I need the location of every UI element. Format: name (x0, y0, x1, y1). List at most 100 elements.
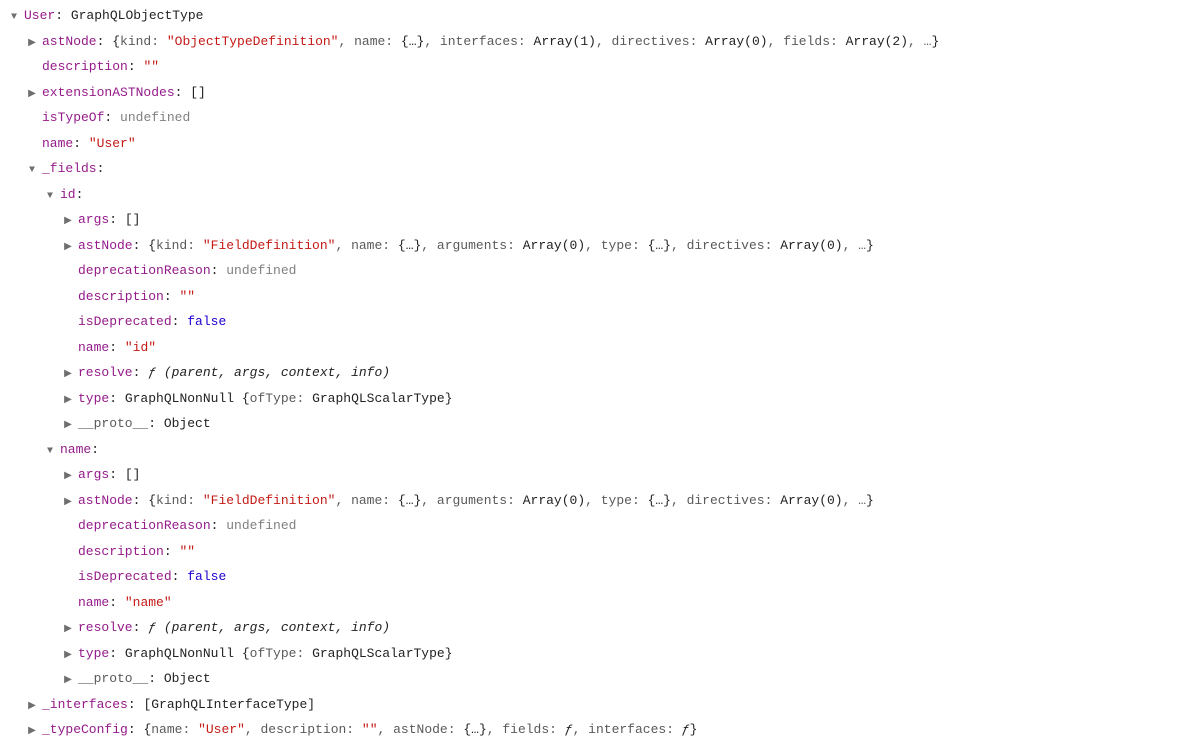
value-fragment: "" (362, 722, 378, 737)
disclosure-triangle-closed-icon[interactable]: ▶ (62, 414, 74, 438)
root-user: User (24, 8, 55, 23)
value-fragment: {…} (401, 34, 424, 49)
disclosure-triangle-closed-icon[interactable]: ▶ (62, 389, 74, 413)
value-fragment: , type: (585, 238, 647, 253)
tree-row-content: isDeprecated: false (78, 565, 226, 589)
tree-row[interactable]: ▶_typeConfig: {name: "User", description… (8, 718, 1191, 743)
value-fragment: GraphQLNonNull { (117, 391, 250, 406)
value-fragment (81, 136, 89, 151)
tree-row-content: __proto__: Object (78, 412, 211, 436)
tree-row[interactable]: ▶name: "id" (8, 336, 1191, 362)
value-fragment: [] (117, 467, 140, 482)
colon: : (97, 161, 105, 176)
id-proto: __proto__ (78, 416, 148, 431)
value-fragment: , name: (335, 238, 397, 253)
tree-row[interactable]: ▶isDeprecated: false (8, 310, 1191, 336)
value-fragment: , directives: (671, 493, 780, 508)
tree-row-content: isDeprecated: false (78, 310, 226, 334)
value-fragment: , directives: (671, 238, 780, 253)
disclosure-triangle-closed-icon[interactable]: ▶ (62, 363, 74, 387)
tree-row[interactable]: ▼id: (8, 183, 1191, 209)
colon: : (91, 442, 99, 457)
value-fragment: ofType: (250, 646, 312, 661)
tree-row[interactable]: ▶type: GraphQLNonNull {ofType: GraphQLSc… (8, 387, 1191, 413)
tree-row-content: _fields: (42, 157, 104, 181)
value-fragment: kind: (156, 238, 203, 253)
value-fragment: , astNode: (378, 722, 464, 737)
tree-row-content: description: "" (42, 55, 159, 79)
value-fragment: [] (117, 212, 140, 227)
tree-row[interactable]: ▶__proto__: Object (8, 667, 1191, 693)
tree-row[interactable]: ▼User: GraphQLObjectType (8, 4, 1191, 30)
value-fragment: Array(0) (705, 34, 767, 49)
disclosure-triangle-closed-icon[interactable]: ▶ (62, 669, 74, 693)
name-description: description (78, 544, 164, 559)
value-fragment: "" (179, 544, 195, 559)
name-resolve: resolve (78, 620, 133, 635)
value-fragment: , description: (245, 722, 362, 737)
colon: : (55, 8, 63, 23)
disclosure-triangle-closed-icon[interactable]: ▶ (26, 720, 38, 743)
tree-row[interactable]: ▶args: [] (8, 208, 1191, 234)
disclosure-triangle-closed-icon[interactable]: ▶ (62, 465, 74, 489)
tree-row-content: name: (60, 438, 99, 462)
value-fragment: { (136, 722, 152, 737)
user-typeConfig: _typeConfig (42, 722, 128, 737)
tree-row-content: User: GraphQLObjectType (24, 4, 203, 28)
disclosure-triangle-closed-icon[interactable]: ▶ (62, 618, 74, 642)
tree-row[interactable]: ▶deprecationReason: undefined (8, 259, 1191, 285)
disclosure-triangle-closed-icon[interactable]: ▶ (62, 491, 74, 515)
tree-row[interactable]: ▶description: "" (8, 285, 1191, 311)
tree-row-content: _interfaces: [GraphQLInterfaceType] (42, 693, 315, 717)
disclosure-triangle-open-icon[interactable]: ▼ (44, 185, 56, 209)
value-fragment: GraphQLNonNull { (117, 646, 250, 661)
tree-row[interactable]: ▶isDeprecated: false (8, 565, 1191, 591)
tree-row[interactable]: ▶description: "" (8, 540, 1191, 566)
value-fragment: GraphQLScalarType (312, 391, 445, 406)
value-fragment: , name: (338, 34, 400, 49)
disclosure-triangle-closed-icon[interactable]: ▶ (62, 210, 74, 234)
name-isDeprecated: isDeprecated (78, 569, 172, 584)
tree-row-content: args: [] (78, 463, 140, 487)
disclosure-triangle-closed-icon[interactable]: ▶ (62, 236, 74, 260)
tree-row[interactable]: ▶name: "name" (8, 591, 1191, 617)
disclosure-triangle-open-icon[interactable]: ▼ (26, 159, 38, 183)
tree-row[interactable]: ▶type: GraphQLNonNull {ofType: GraphQLSc… (8, 642, 1191, 668)
tree-row[interactable]: ▶astNode: {kind: "FieldDefinition", name… (8, 234, 1191, 260)
disclosure-triangle-closed-icon[interactable]: ▶ (26, 83, 38, 107)
name-type: type (78, 646, 109, 661)
tree-row[interactable]: ▶resolve: ƒ (parent, args, context, info… (8, 361, 1191, 387)
disclosure-triangle-closed-icon[interactable]: ▶ (26, 695, 38, 719)
value-fragment: Object (156, 416, 211, 431)
tree-row[interactable]: ▶args: [] (8, 463, 1191, 489)
colon: : (164, 544, 172, 559)
value-fragment: GraphQLScalarType (312, 646, 445, 661)
tree-row[interactable]: ▼_fields: (8, 157, 1191, 183)
value-fragment: "" (143, 59, 159, 74)
tree-row[interactable]: ▶name: "User" (8, 132, 1191, 158)
field-name: name (60, 442, 91, 457)
value-fragment (112, 110, 120, 125)
colon: : (128, 59, 136, 74)
value-fragment: , arguments: (421, 493, 522, 508)
tree-row[interactable]: ▶resolve: ƒ (parent, args, context, info… (8, 616, 1191, 642)
disclosure-triangle-open-icon[interactable]: ▼ (8, 6, 20, 30)
tree-row[interactable]: ▶deprecationReason: undefined (8, 514, 1191, 540)
tree-row[interactable]: ▶extensionASTNodes: [] (8, 81, 1191, 107)
colon: : (76, 187, 84, 202)
disclosure-triangle-closed-icon[interactable]: ▶ (62, 644, 74, 668)
tree-row[interactable]: ▶__proto__: Object (8, 412, 1191, 438)
disclosure-triangle-closed-icon[interactable]: ▶ (26, 32, 38, 56)
tree-row[interactable]: ▶_interfaces: [GraphQLInterfaceType] (8, 693, 1191, 719)
tree-row[interactable]: ▶isTypeOf: undefined (8, 106, 1191, 132)
tree-row[interactable]: ▶description: "" (8, 55, 1191, 81)
colon: : (164, 289, 172, 304)
tree-row[interactable]: ▶astNode: {kind: "ObjectTypeDefinition",… (8, 30, 1191, 56)
tree-row-content: type: GraphQLNonNull {ofType: GraphQLSca… (78, 642, 453, 666)
id-deprecationReason: deprecationReason (78, 263, 211, 278)
tree-row[interactable]: ▼name: (8, 438, 1191, 464)
disclosure-triangle-open-icon[interactable]: ▼ (44, 440, 56, 464)
tree-row[interactable]: ▶astNode: {kind: "FieldDefinition", name… (8, 489, 1191, 515)
value-fragment: , … (908, 34, 931, 49)
value-fragment: { (140, 238, 156, 253)
